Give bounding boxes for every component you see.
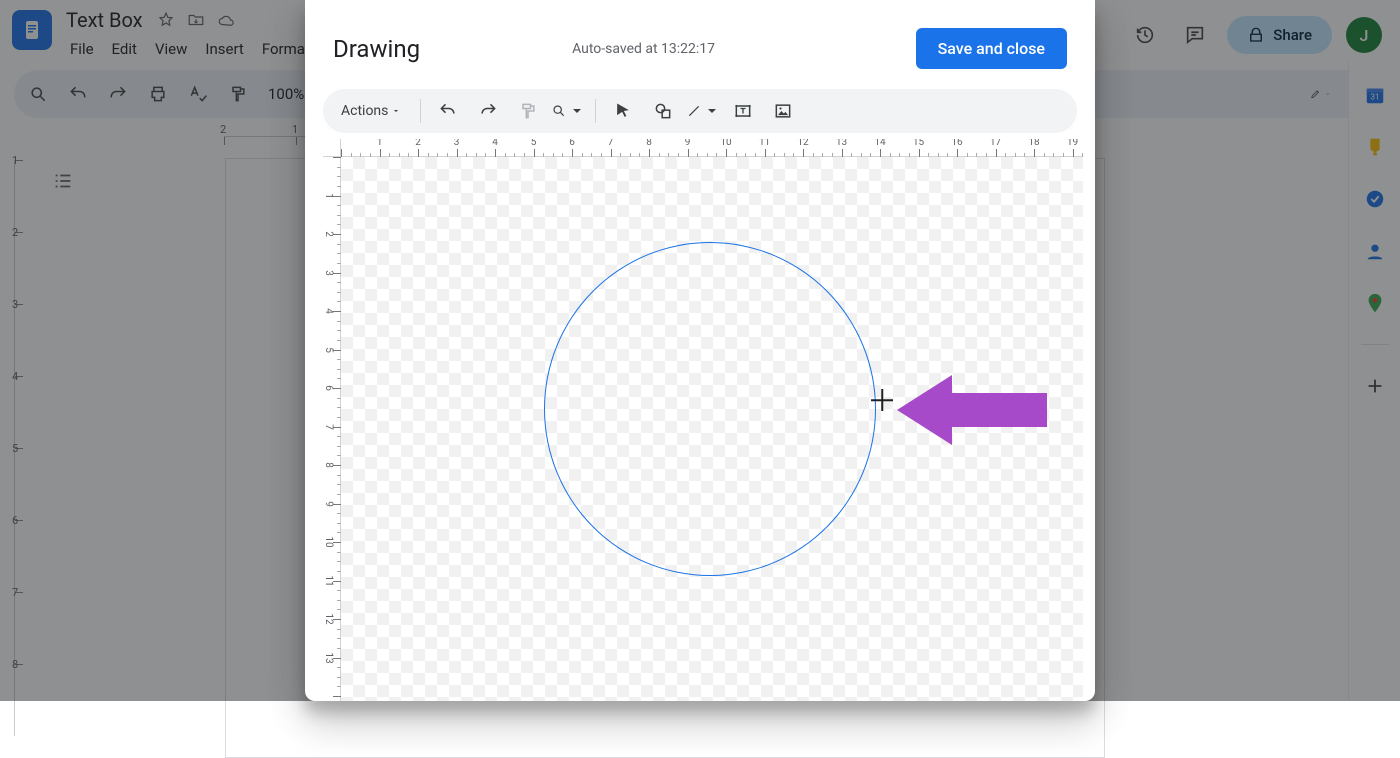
redo-icon[interactable] xyxy=(471,94,505,128)
undo-icon[interactable] xyxy=(431,94,465,128)
autosave-status: Auto-saved at 13:22:17 xyxy=(572,41,715,57)
zoom-menu-icon[interactable] xyxy=(551,94,585,128)
drawing-horizontal-ruler[interactable]: 12345678910111213141516171819 xyxy=(341,139,1083,157)
paint-format-icon xyxy=(511,94,545,128)
save-and-close-button[interactable]: Save and close xyxy=(916,28,1067,69)
textbox-tool-icon[interactable] xyxy=(726,94,760,128)
toolbar-separator xyxy=(420,99,421,123)
line-tool-icon[interactable] xyxy=(686,94,720,128)
ruler-corner xyxy=(323,139,341,157)
select-tool-icon[interactable] xyxy=(606,94,640,128)
drawing-dialog: Drawing Auto-saved at 13:22:17 Save and … xyxy=(305,0,1095,701)
drawing-title: Drawing xyxy=(333,35,420,63)
drawing-dialog-header: Drawing Auto-saved at 13:22:17 Save and … xyxy=(305,0,1095,89)
caret-down-icon xyxy=(392,107,400,115)
actions-menu-button[interactable]: Actions xyxy=(331,97,410,125)
image-tool-icon[interactable] xyxy=(766,94,800,128)
drawing-vertical-ruler[interactable]: 12345678910111213 xyxy=(323,157,341,701)
drawing-toolbar: Actions xyxy=(323,89,1077,133)
toolbar-separator xyxy=(595,99,596,123)
oval-shape[interactable] xyxy=(544,242,876,576)
caret-down-icon xyxy=(569,101,585,121)
annotation-arrow xyxy=(897,375,1047,445)
caret-down-icon xyxy=(704,101,720,121)
drawing-crosshair-cursor xyxy=(871,389,893,411)
shape-tool-icon[interactable] xyxy=(646,94,680,128)
